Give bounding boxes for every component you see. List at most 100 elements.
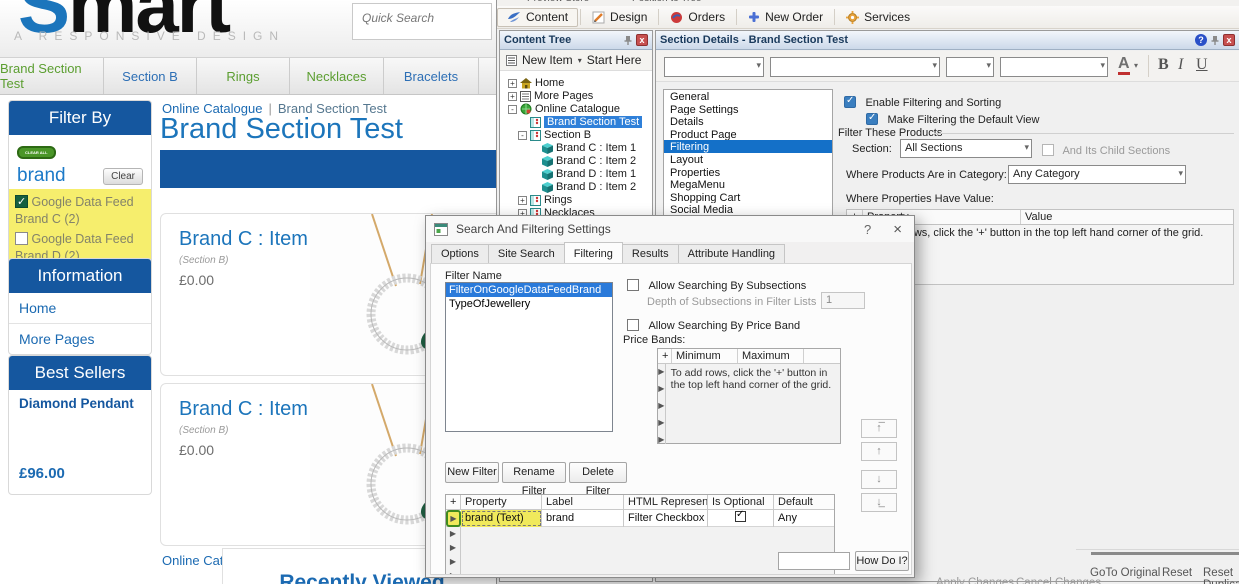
checkbox-brand-d[interactable] bbox=[15, 232, 28, 245]
hscrollbar-thumb[interactable] bbox=[1091, 552, 1239, 555]
expander-icon[interactable]: + bbox=[508, 79, 517, 88]
child-sections-checkbox[interactable] bbox=[1042, 144, 1054, 156]
depth-input[interactable]: 1 bbox=[821, 292, 865, 309]
move-bottom-button[interactable]: ↓̲ bbox=[861, 493, 897, 512]
nav-item-details[interactable]: Details bbox=[664, 115, 832, 128]
quick-search-input[interactable]: Quick Search bbox=[352, 3, 492, 40]
make-default-checkbox[interactable] bbox=[866, 113, 878, 125]
section-dropdown[interactable]: All Sections▾ bbox=[900, 139, 1032, 158]
link-more-pages[interactable]: More Pages bbox=[9, 324, 151, 354]
enable-filtering-row[interactable]: Enable Filtering and Sorting bbox=[844, 93, 1001, 111]
delete-filter-button[interactable]: Delete Filter bbox=[569, 462, 627, 483]
toolbar-services-button[interactable]: Services bbox=[837, 8, 919, 27]
toolbar-design-button[interactable]: Design bbox=[583, 8, 656, 27]
italic-button[interactable]: I bbox=[1178, 56, 1183, 74]
tree-node-brand-c-item-1[interactable]: Brand C : Item 1 bbox=[542, 141, 636, 155]
bold-button[interactable]: B bbox=[1158, 56, 1169, 74]
toolbar-content-button[interactable]: Content bbox=[497, 8, 578, 27]
nav-tab-brand-section-test[interactable]: Brand Section Test bbox=[0, 58, 104, 94]
close-panel-icon[interactable]: x bbox=[636, 34, 648, 46]
chevron-down-icon[interactable]: ▾ bbox=[1134, 61, 1138, 70]
add-row-button[interactable]: + bbox=[446, 495, 461, 509]
cell-property[interactable]: brand (Text) bbox=[461, 510, 542, 527]
tree-node-rings[interactable]: + Rings bbox=[518, 193, 572, 207]
category-dropdown[interactable]: Any Category▾ bbox=[1008, 165, 1186, 184]
cell-is-optional[interactable]: ✓ bbox=[708, 510, 774, 527]
nav-item-layout[interactable]: Layout bbox=[664, 153, 832, 166]
apply-changes-button[interactable]: Apply Changes bbox=[936, 577, 1014, 584]
cell-label[interactable]: brand bbox=[542, 510, 624, 527]
nav-tab-bracelets[interactable]: Bracelets bbox=[384, 58, 479, 94]
checkbox-brand-c[interactable] bbox=[15, 195, 28, 208]
clear-brand-filter-button[interactable]: Clear bbox=[103, 168, 143, 185]
cell-html-representation[interactable]: Filter Checkbox bbox=[624, 510, 708, 527]
nav-item-general[interactable]: General bbox=[664, 90, 832, 103]
expander-icon[interactable]: + bbox=[518, 196, 527, 205]
hscrollbar-track[interactable] bbox=[1076, 549, 1239, 557]
dialog-help-button[interactable]: ? bbox=[854, 222, 881, 237]
allow-price-band-checkbox[interactable] bbox=[627, 319, 639, 331]
font-format-dropdown[interactable]: ▾ bbox=[1000, 57, 1108, 77]
chevron-down-icon[interactable]: ▾ bbox=[578, 56, 582, 65]
tab-site-search[interactable]: Site Search bbox=[488, 244, 565, 265]
expander-icon[interactable]: + bbox=[508, 92, 517, 101]
tab-options[interactable]: Options bbox=[431, 244, 489, 265]
pin-icon[interactable] bbox=[1210, 35, 1220, 46]
dialog-titlebar[interactable]: Search And Filtering Settings ? × bbox=[426, 216, 914, 242]
nav-item-filtering[interactable]: Filtering bbox=[664, 140, 832, 153]
tab-filtering[interactable]: Filtering bbox=[564, 242, 623, 263]
help-icon[interactable]: ? bbox=[1195, 34, 1207, 46]
clear-all-pill[interactable]: CLEAR ALL bbox=[17, 146, 56, 159]
move-top-button[interactable]: ↑̅ bbox=[861, 419, 897, 438]
font-size-dropdown[interactable]: ▾ bbox=[946, 57, 994, 77]
new-filter-button[interactable]: New Filter bbox=[445, 462, 499, 483]
font-color-button[interactable]: A bbox=[1118, 55, 1130, 75]
child-sections-row[interactable]: And Its Child Sections bbox=[1042, 141, 1170, 159]
expander-icon[interactable]: - bbox=[518, 131, 527, 140]
filter-name-listbox[interactable]: FilterOnGoogleDataFeedBrand TypeOfJewell… bbox=[445, 282, 613, 432]
underline-button[interactable]: U bbox=[1196, 56, 1208, 74]
tree-node-home[interactable]: + Home bbox=[508, 76, 564, 90]
is-optional-checkbox[interactable]: ✓ bbox=[735, 511, 746, 522]
nav-item-product-page[interactable]: Product Page bbox=[664, 128, 832, 141]
dialog-close-button[interactable]: × bbox=[889, 221, 906, 238]
nav-tab-section-b[interactable]: Section B bbox=[104, 58, 197, 94]
toolbar-new-order-button[interactable]: New Order bbox=[739, 8, 832, 27]
tab-attribute-handling[interactable]: Attribute Handling bbox=[678, 244, 785, 265]
pin-icon[interactable] bbox=[623, 35, 633, 46]
dialog-footer-input[interactable] bbox=[778, 552, 850, 570]
tab-results[interactable]: Results bbox=[622, 244, 679, 265]
cell-default[interactable]: Any bbox=[774, 510, 834, 527]
make-default-row[interactable]: Make Filtering the Default View bbox=[866, 110, 1040, 128]
tree-node-brand-d-item-2[interactable]: Brand D : Item 2 bbox=[542, 180, 636, 194]
reset-duplicates-link[interactable]: Reset Duplicates bbox=[1203, 567, 1239, 584]
start-here-button[interactable]: Start Here bbox=[587, 53, 642, 67]
tree-node-more-pages[interactable]: + More Pages bbox=[508, 89, 593, 103]
tree-node-section-b[interactable]: - Section B bbox=[518, 128, 591, 142]
move-up-button[interactable]: ↑ bbox=[861, 442, 897, 461]
nav-tab-rings[interactable]: Rings bbox=[197, 58, 290, 94]
expander-icon[interactable]: - bbox=[508, 105, 517, 114]
filter-list-item[interactable]: TypeOfJewellery bbox=[446, 297, 612, 311]
font-family-dropdown[interactable]: ▾ bbox=[664, 57, 764, 77]
nav-item-shopping-cart[interactable]: Shopping Cart bbox=[664, 191, 832, 204]
link-home[interactable]: Home bbox=[9, 293, 151, 324]
close-panel-icon[interactable]: x bbox=[1223, 34, 1235, 46]
top-strip-position-to-tree[interactable]: Position to Tree bbox=[632, 0, 701, 4]
toolbar-orders-button[interactable]: Orders bbox=[661, 8, 734, 27]
tree-node-brand-d-item-1[interactable]: Brand D : Item 1 bbox=[542, 167, 636, 181]
add-row-button[interactable]: + bbox=[658, 349, 672, 363]
filter-option-brand-c[interactable]: Google Data Feed Brand C (2) bbox=[15, 194, 145, 228]
tree-node-brand-section-test[interactable]: Brand Section Test bbox=[530, 115, 642, 129]
top-strip-preview-store[interactable]: Preview Store bbox=[527, 0, 589, 4]
font-style-dropdown[interactable]: ▾ bbox=[770, 57, 940, 77]
new-item-button[interactable]: New Item bbox=[522, 53, 573, 67]
tree-node-online-catalogue[interactable]: - Online Catalogue bbox=[508, 102, 620, 116]
grid-data-row[interactable]: ▶ brand (Text) brand Filter Checkbox ✓ A… bbox=[446, 510, 834, 527]
move-down-button[interactable]: ↓ bbox=[861, 470, 897, 489]
tree-node-brand-c-item-2[interactable]: Brand C : Item 2 bbox=[542, 154, 636, 168]
selected-row-marker[interactable]: ▶ bbox=[446, 510, 461, 527]
allow-subsections-checkbox[interactable] bbox=[627, 279, 639, 291]
enable-filtering-checkbox[interactable] bbox=[844, 96, 856, 108]
allow-subsections-row[interactable]: Allow Searching By Subsections bbox=[627, 276, 806, 294]
